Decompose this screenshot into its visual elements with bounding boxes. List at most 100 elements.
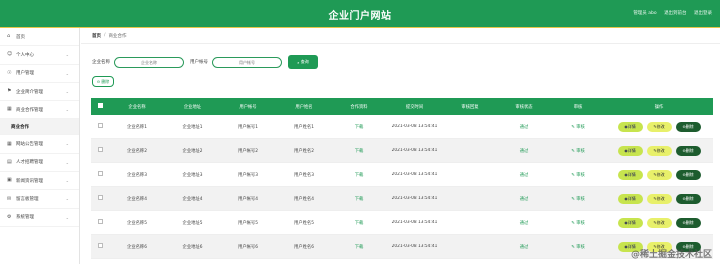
edit-button[interactable]: ✎ 修改 (646, 193, 672, 204)
row-checkbox[interactable] (97, 147, 103, 152)
user-account-label: 用户帐号 (190, 60, 208, 65)
chevron-down-icon: ⌄ (65, 214, 69, 220)
sidebar-item[interactable]: ⌂ 首页 (0, 28, 79, 47)
audit-label: 审核 (576, 220, 585, 226)
select-all-checkbox[interactable] (97, 103, 103, 108)
table-cell-time: 2021-03-08 13:54:41 (391, 220, 438, 225)
download-link[interactable]: 下载 (332, 244, 386, 250)
delete-button[interactable]: ⊖ 删除 (675, 145, 701, 156)
audit-label: 审核 (576, 244, 585, 250)
company-name-label: 企业名称 (92, 60, 110, 65)
sidebar-item[interactable]: ✉ 留言板管理 ⌄ (0, 190, 79, 209)
audit-link[interactable]: ✎ 审核 (551, 148, 605, 154)
download-link[interactable]: 下载 (332, 172, 386, 178)
row-select-cell (91, 243, 109, 250)
table-row: 企业名称2 企业地址2 用户帐号2 用户姓名2 下载 2021-03-08 13:54:4… (91, 139, 713, 163)
table-cell-company: 企业名称5 (127, 220, 147, 226)
logout-link[interactable]: 退出登录 (694, 11, 712, 16)
search-button[interactable]: ⌕ 查询 (288, 55, 318, 69)
edit-button-label: 修改 (656, 195, 665, 201)
admin-user-link[interactable]: 管理员 abo (633, 11, 656, 16)
table-cell-status: 通过 (519, 244, 529, 250)
detail-button[interactable]: ◉ 详情 (617, 145, 643, 156)
row-checkbox[interactable] (97, 195, 103, 200)
sidebar-item[interactable]: ⚙ 系统管理 ⌄ (0, 209, 79, 227)
sidebar-item[interactable]: ☺ 个人中心 ⌄ (0, 46, 79, 65)
sidebar-item[interactable]: ▦ 网站公告管理 ⌄ (0, 135, 79, 154)
chevron-down-icon: ⌄ (65, 88, 69, 94)
table-cell-name: 用户姓名6 (294, 244, 314, 250)
audit-label: 审核 (576, 124, 585, 130)
delete-button-label: 删除 (685, 219, 694, 225)
message-icon: ✉ (7, 195, 12, 202)
settings-icon: ⚙ (7, 213, 12, 220)
row-checkbox[interactable] (97, 243, 103, 248)
table-cell-company: 企业名称2 (127, 148, 147, 154)
company-name-input[interactable] (114, 56, 184, 68)
edit-button-label: 修改 (656, 147, 665, 153)
grid-icon: ▦ (7, 140, 12, 147)
download-link[interactable]: 下载 (332, 220, 386, 226)
row-actions: ◉ 详情 ✎ 修改 ⊖ 删除 (605, 169, 713, 180)
download-link[interactable]: 下载 (332, 148, 386, 154)
sidebar-item[interactable]: ▦ 商业合作管理 ⌄ (0, 101, 79, 120)
batch-delete-button[interactable]: ⊖ 删除 (92, 76, 114, 87)
audit-link[interactable]: ✎ 审核 (551, 196, 605, 202)
table-cell-time: 2021-03-08 13:54:41 (391, 172, 438, 177)
detail-button[interactable]: ◉ 详情 (617, 217, 643, 228)
site-title: 企业门户网站 (328, 11, 392, 22)
breadcrumb-home[interactable]: 首页 (92, 33, 101, 39)
chevron-down-icon: ⌄ (65, 107, 69, 113)
sidebar-item[interactable]: ▤ 人才招聘管理 ⌄ (0, 154, 79, 173)
detail-button[interactable]: ◉ 详情 (617, 121, 643, 132)
table-row: 企业名称6 企业地址6 用户帐号6 用户姓名6 下载 2021-03-08 13:54:4… (91, 235, 713, 259)
table-header: 企业名称 企业地址 用户帐号 用户姓名 合作资料 提交时间 审核回复 审核状态 审核 操作 (91, 98, 713, 115)
edit-button-label: 修改 (656, 219, 665, 225)
table-cell-name: 用户姓名4 (294, 196, 314, 202)
edit-button[interactable]: ✎ 修改 (646, 169, 672, 180)
table-cell-address: 企业地址2 (182, 148, 203, 154)
select-all-cell (91, 103, 109, 110)
sidebar-item[interactable]: ▣ 新闻资讯管理 ⌄ (0, 172, 79, 191)
table-cell-company: 企业名称4 (127, 196, 147, 202)
sidebar-item-label: 个人中心 (16, 52, 34, 58)
sidebar-item-label: 留言板管理 (16, 197, 39, 203)
sidebar-item-label: 商业合作 (11, 124, 29, 130)
sidebar-item[interactable]: ⚑ 企业简介管理 ⌄ (0, 83, 79, 102)
delete-button[interactable]: ⊖ 删除 (675, 217, 701, 228)
row-checkbox[interactable] (97, 171, 103, 176)
column-header: 提交时间 (405, 104, 424, 110)
chevron-down-icon: ⌄ (65, 178, 69, 184)
row-select-cell (91, 219, 109, 226)
sidebar-item[interactable]: 商业合作 (0, 119, 79, 136)
row-checkbox[interactable] (97, 219, 103, 224)
audit-link[interactable]: ✎ 审核 (551, 172, 605, 178)
back-to-frontend-link[interactable]: 退出到前台 (664, 11, 687, 16)
table-cell-time: 2021-03-08 13:54:41 (391, 196, 438, 201)
edit-button[interactable]: ✎ 修改 (646, 121, 672, 132)
table-cell-name: 用户姓名1 (294, 124, 314, 130)
column-header: 企业名称 (128, 104, 146, 110)
delete-button[interactable]: ⊖ 删除 (675, 121, 701, 132)
download-link[interactable]: 下载 (332, 124, 386, 130)
user-account-input[interactable] (212, 56, 282, 68)
audit-link[interactable]: ✎ 审核 (551, 244, 605, 250)
sidebar-item-label: 人才招聘管理 (16, 160, 43, 166)
detail-button[interactable]: ◉ 详情 (617, 193, 643, 204)
delete-button[interactable]: ⊖ 删除 (675, 193, 701, 204)
audit-link[interactable]: ✎ 审核 (551, 220, 605, 226)
edit-button[interactable]: ✎ 修改 (646, 145, 672, 156)
sidebar-item[interactable]: ☉ 用户管理 ⌄ (0, 65, 79, 83)
breadcrumb: 首页 / 商业合作 (81, 28, 720, 44)
download-link[interactable]: 下载 (332, 196, 386, 202)
row-checkbox[interactable] (97, 123, 103, 128)
detail-button[interactable]: ◉ 详情 (617, 169, 643, 180)
table-cell-address: 企业地址6 (182, 244, 203, 250)
delete-button[interactable]: ⊖ 删除 (675, 169, 701, 180)
delete-button-label: 删除 (685, 195, 694, 201)
edit-button[interactable]: ✎ 修改 (646, 217, 672, 228)
table-cell-status: 通过 (519, 220, 529, 226)
table-row: 企业名称1 企业地址1 用户帐号1 用户姓名1 下载 2021-03-08 13:54:4… (91, 115, 713, 139)
column-header: 用户帐号 (239, 104, 257, 110)
audit-link[interactable]: ✎ 审核 (551, 124, 605, 130)
